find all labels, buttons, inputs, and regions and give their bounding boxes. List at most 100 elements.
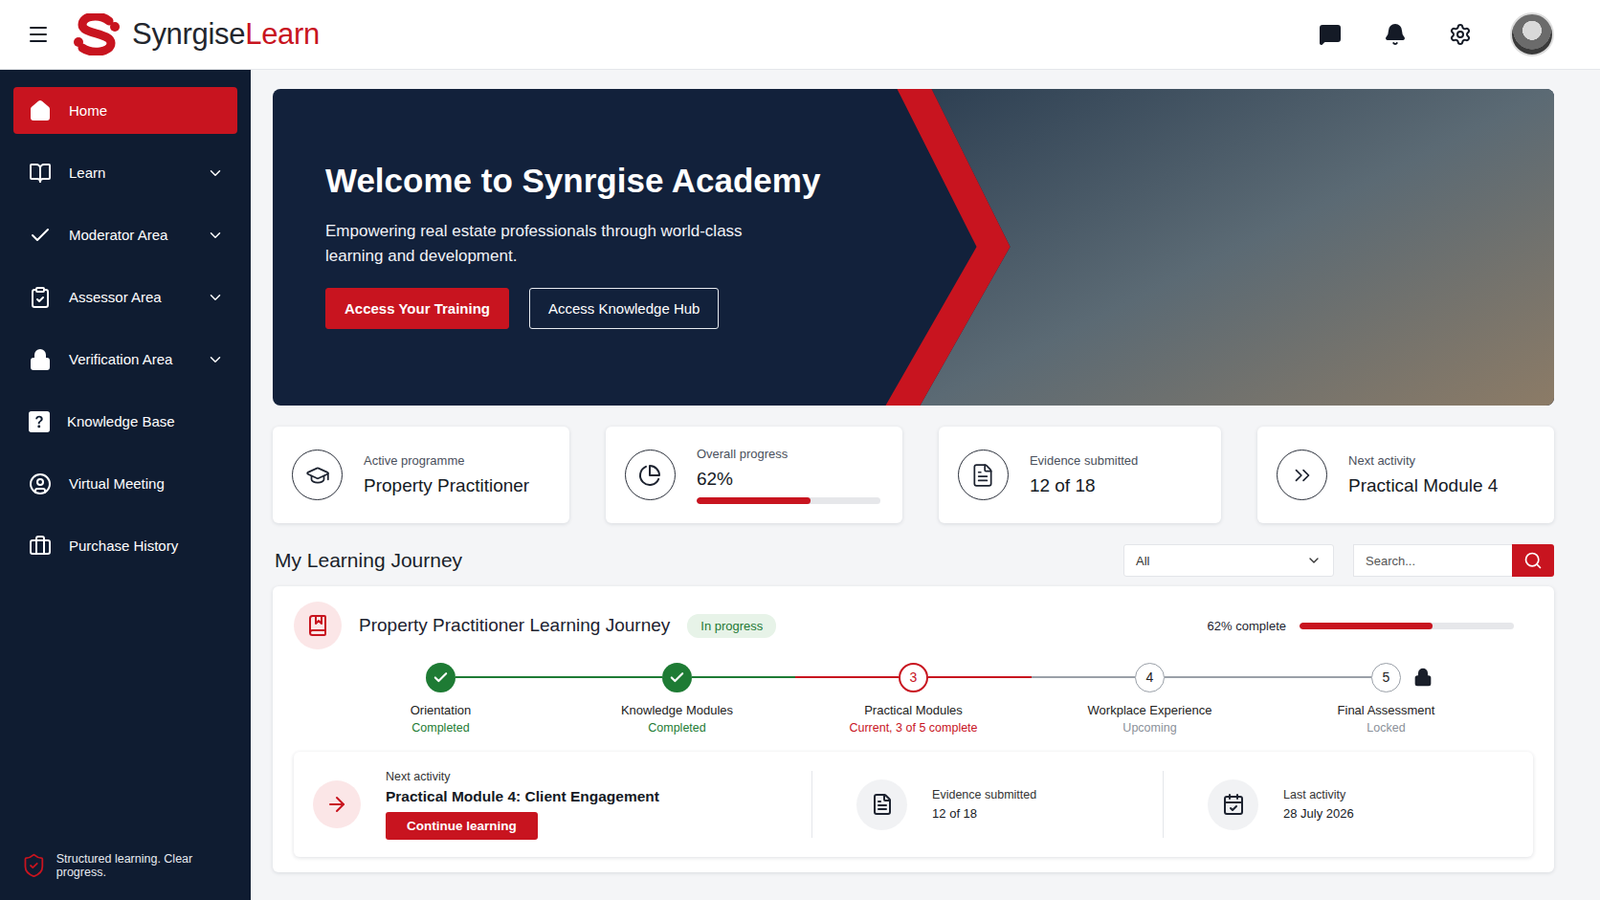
top-bar: SynrgiseLearn <box>0 0 1600 70</box>
sidebar-item[interactable]: Knowledge Base <box>13 390 238 453</box>
gear-icon <box>1448 22 1472 46</box>
status-badge: In progress <box>687 614 777 639</box>
chevron-down-icon <box>206 288 224 307</box>
step-status: Upcoming <box>1122 721 1177 735</box>
progress-bar <box>696 497 881 505</box>
lock-icon <box>1413 667 1433 688</box>
next-label: Next activity <box>385 770 450 784</box>
nav-icon <box>28 99 52 123</box>
detail-value: 28 July 2026 <box>1283 806 1355 822</box>
sidebar-label: Knowledge Base <box>66 413 224 430</box>
stat-value: 62% <box>696 468 881 490</box>
search-input[interactable] <box>1353 544 1512 578</box>
bell-icon <box>1383 22 1407 46</box>
step-marker: 5 <box>1371 663 1401 693</box>
sidebar-item[interactable]: Purchase History <box>13 514 238 578</box>
sidebar-item[interactable]: Verification Area <box>13 328 238 391</box>
document-icon <box>870 793 894 817</box>
menu-button[interactable] <box>22 19 54 50</box>
hamburger-icon <box>26 22 50 46</box>
chat-icon <box>1318 22 1342 46</box>
step-label: Knowledge Modules <box>621 703 734 718</box>
detail-item: Last activity28 July 2026 <box>1162 771 1514 839</box>
chevrons-right-icon <box>1289 463 1315 489</box>
nav-icon <box>28 161 52 185</box>
sidebar-label: Home <box>68 102 224 119</box>
settings-button[interactable] <box>1444 19 1476 50</box>
detail-icon-circle <box>856 779 908 831</box>
shield-icon <box>21 852 47 880</box>
main-content: Welcome to Synrgise AcademyEmpowering re… <box>250 69 1600 900</box>
brand[interactable]: SynrgiseLearn <box>70 13 320 56</box>
stat-value: Practical Module 4 <box>1348 475 1498 497</box>
sidebar-item[interactable]: Home <box>13 87 238 134</box>
nav-icon <box>28 223 52 247</box>
search-box <box>1353 544 1555 578</box>
sidebar-label: Moderator Area <box>68 226 190 244</box>
app: SynrgiseLearn Home Learn Moderator Area Asse… <box>0 0 1600 900</box>
notifications-button[interactable] <box>1379 19 1411 50</box>
detail-value: 12 of 18 <box>932 806 978 822</box>
top-actions <box>1314 12 1555 57</box>
continue-button[interactable]: Continue learning <box>385 812 538 841</box>
stat-icon-circle <box>624 449 676 501</box>
journey-title: Property Practitioner Learning Journey <box>358 615 670 637</box>
step-label: Workplace Experience <box>1088 703 1213 718</box>
sidebar-item[interactable]: Virtual Meeting <box>13 452 238 515</box>
pie-chart-icon <box>638 464 662 488</box>
calendar-icon <box>1222 793 1245 817</box>
nav-icon <box>28 534 52 558</box>
chevron-down-icon <box>206 164 224 182</box>
hero-subtitle: Empowering real estate professionals thr… <box>325 219 776 268</box>
stat-icon-circle <box>1276 449 1328 501</box>
stat-icon-circle <box>957 449 1009 501</box>
stat-value: 12 of 18 <box>1029 475 1138 497</box>
nav-icon <box>28 286 52 310</box>
nav-icon <box>28 348 52 372</box>
logo-icon <box>70 13 123 56</box>
hero-content: Welcome to Synrgise AcademyEmpowering re… <box>272 88 867 330</box>
nav-icon <box>28 472 52 496</box>
sidebar: Home Learn Moderator Area Assessor Area Veri… <box>0 69 251 900</box>
hero-button[interactable]: Access Knowledge Hub <box>529 288 719 330</box>
hero-banner: Welcome to Synrgise AcademyEmpowering re… <box>272 88 1555 406</box>
brand-accent: Learn <box>244 17 320 51</box>
sidebar-item[interactable]: Assessor Area <box>13 266 238 329</box>
sidebar-footer: Structured learning. Clear progress. <box>13 852 238 880</box>
messages-button[interactable] <box>1314 19 1346 50</box>
stat-label: Overall progress <box>696 446 881 462</box>
chevron-down-icon <box>206 351 224 369</box>
step-marker: 3 <box>898 663 929 693</box>
filter-select[interactable]: All <box>1123 544 1334 578</box>
search-button[interactable] <box>1511 544 1555 578</box>
next-title: Practical Module 4: Client Engagement <box>385 788 660 806</box>
sidebar-label: Verification Area <box>68 351 190 368</box>
sidebar-item[interactable]: Moderator Area <box>13 203 238 267</box>
sidebar-label: Learn <box>68 164 190 181</box>
journey-step: OrientationCompleted <box>322 661 559 735</box>
search-icon <box>1523 551 1543 571</box>
user-avatar[interactable] <box>1510 12 1555 57</box>
stat-label: Next activity <box>1348 453 1498 468</box>
step-label: Practical Modules <box>864 703 963 718</box>
check-icon <box>432 669 449 687</box>
sidebar-label: Assessor Area <box>68 288 190 306</box>
next-activity-panel: Next activity Practical Module 4: Client … <box>293 752 1534 858</box>
stat-card: Active programmeProperty Practitioner <box>272 426 570 524</box>
stat-value: Property Practitioner <box>363 475 530 497</box>
stat-label: Evidence submitted <box>1029 453 1138 468</box>
step-marker <box>425 663 456 693</box>
stats-row: Active programmeProperty Practitioner Ove… <box>272 426 1555 524</box>
chevron-down-icon <box>1306 553 1322 569</box>
document-icon <box>970 463 996 489</box>
step-marker: 4 <box>1134 663 1165 693</box>
sidebar-item[interactable]: Learn <box>13 141 238 204</box>
arrow-icon-circle <box>312 780 361 829</box>
step-status: Current, 3 of 5 complete <box>848 721 978 735</box>
detail-icon-circle <box>1207 779 1259 831</box>
brand-name: SynrgiseLearn <box>132 17 320 52</box>
hero-button[interactable]: Access Your Training <box>325 288 510 330</box>
check-icon <box>668 669 686 687</box>
journey-progress: 62% complete <box>1207 619 1514 634</box>
graduation-cap-icon <box>305 463 331 489</box>
